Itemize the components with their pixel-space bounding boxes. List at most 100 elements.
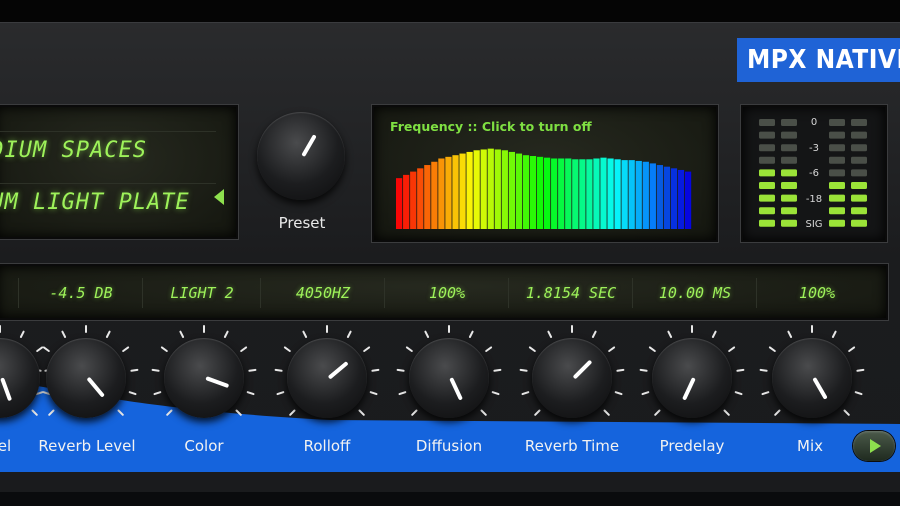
knob-tick	[591, 330, 597, 338]
knob-tick	[396, 368, 405, 372]
predelay-knob-indicator	[682, 377, 696, 401]
spectrum-bar	[572, 159, 579, 229]
reverb-time-knob[interactable]	[532, 338, 612, 418]
diffusion-knob[interactable]	[409, 338, 489, 418]
mix-knob[interactable]	[772, 338, 852, 418]
meter-led	[781, 156, 797, 164]
meter-led	[759, 144, 775, 152]
spectrum-bar	[396, 178, 403, 229]
knob-tick	[31, 409, 38, 416]
knob-tick	[723, 409, 730, 416]
reverb-level-knob-indicator	[86, 376, 105, 398]
bottom-edge	[0, 492, 900, 506]
knob-tick	[122, 346, 130, 352]
spectrum-bar	[487, 148, 494, 229]
meter-led	[851, 156, 867, 164]
frequency-display[interactable]: Frequency :: Click to turn off	[372, 105, 718, 242]
knob-tick	[36, 346, 44, 352]
meter-led	[781, 144, 797, 152]
spectrum-bar	[452, 155, 459, 229]
spectrum-bar	[621, 160, 628, 229]
spectrum-bar	[515, 153, 523, 229]
spectrum-bar	[663, 166, 671, 229]
spectrum-bar	[628, 160, 635, 229]
spectrum-bar	[558, 158, 565, 229]
param-value-predelay: 10.00 MS	[634, 278, 757, 308]
meter-led	[781, 182, 797, 189]
spectrum-bar	[473, 150, 480, 229]
knob-tick	[363, 346, 371, 352]
knob-tick	[274, 368, 283, 372]
knob-tick	[854, 391, 863, 396]
meter-scale-sig: SIG	[805, 219, 823, 230]
preset-display-line1: EDIUM SPACES	[0, 131, 216, 172]
spectrum-bar	[677, 169, 685, 229]
spectrum-bar	[494, 149, 501, 229]
knob-tick	[519, 368, 528, 372]
knob-tick	[289, 409, 296, 416]
spectrum-bar	[501, 150, 508, 229]
knob-tick	[358, 409, 365, 416]
knob-tick	[411, 409, 418, 416]
level-meter: 0 -3 -6 -18 SIG	[741, 105, 887, 242]
spectrum-bar	[607, 158, 614, 229]
meter-led	[781, 219, 797, 227]
knob-tick	[35, 391, 44, 396]
spectrum-bar	[536, 156, 544, 229]
knob-tick	[160, 346, 168, 352]
meter-led	[829, 219, 845, 227]
preset-display[interactable]: EDIUM SPACES IUM LIGHT PLATE	[0, 105, 238, 239]
knob-tick	[276, 391, 285, 396]
knob-tick	[468, 330, 474, 338]
spectrum-bar	[600, 157, 607, 229]
knob-tick	[485, 346, 493, 352]
spectrum-bar	[424, 165, 431, 229]
knob-tick	[166, 409, 173, 416]
preset-knob-label: Preset	[278, 214, 326, 232]
spectrum-bar	[614, 159, 621, 229]
play-button[interactable]	[853, 431, 895, 461]
knob-tick	[61, 330, 67, 338]
meter-led	[781, 131, 797, 139]
meter-led	[851, 144, 867, 152]
knob-tick	[19, 330, 25, 338]
color-knob[interactable]	[164, 338, 244, 418]
knob-tick	[654, 409, 661, 416]
mix-knob-indicator	[812, 377, 828, 400]
preset-display-line2: IUM LIGHT PLATE	[0, 183, 216, 224]
meter-led	[759, 182, 775, 189]
meter-led	[781, 169, 797, 177]
knob-tick	[42, 346, 50, 352]
meter-led	[851, 119, 867, 126]
spectrum-bar	[684, 171, 692, 229]
knob-tick	[843, 409, 850, 416]
meter-led	[851, 169, 867, 177]
knob-tick	[521, 391, 530, 396]
spectrum-bar	[431, 161, 438, 229]
knob-tick	[424, 330, 430, 338]
meter-led	[829, 119, 845, 126]
knob-tick	[728, 346, 736, 352]
knob-tick	[734, 391, 743, 396]
frequency-title: Frequency :: Click to turn off	[390, 119, 592, 134]
diffusion-knob-indicator	[449, 377, 463, 401]
knob-tick	[223, 330, 229, 338]
play-icon	[870, 439, 881, 453]
parameter-display: -4.5 DB LIGHT 2 4050HZ 100% 1.8154 SEC 1…	[0, 264, 888, 320]
meter-scale-18: -18	[805, 194, 823, 205]
knob-tick	[128, 391, 137, 396]
meter-led	[759, 207, 775, 215]
rolloff-knob[interactable]	[287, 338, 367, 418]
preset-knob[interactable]	[257, 112, 345, 200]
knob-tick	[235, 409, 242, 416]
predelay-knob[interactable]	[652, 338, 732, 418]
meter-led	[759, 219, 775, 227]
knob-tick	[283, 346, 291, 352]
meter-scale-0: 0	[810, 117, 818, 128]
reverb-level-knob[interactable]	[46, 338, 126, 418]
meter-led	[759, 169, 775, 177]
knob-tick	[639, 368, 648, 372]
spectrum-bar	[642, 161, 649, 229]
meter-led	[781, 119, 797, 126]
preset-category: EDIUM SPACES	[0, 138, 147, 163]
